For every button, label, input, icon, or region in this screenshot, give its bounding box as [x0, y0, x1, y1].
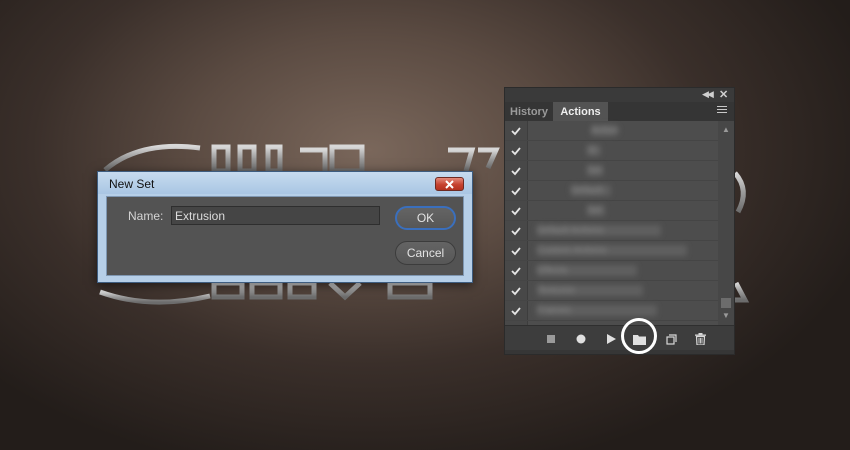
- check-icon[interactable]: [511, 186, 521, 196]
- action-name: Action: [591, 125, 619, 136]
- panel-footer: [505, 325, 734, 351]
- tab-actions[interactable]: Actions: [553, 102, 608, 121]
- check-icon[interactable]: [511, 246, 521, 256]
- check-icon[interactable]: [511, 286, 521, 296]
- scroll-down-icon[interactable]: ▼: [722, 311, 730, 320]
- list-scrollbar[interactable]: ▲ ▼: [718, 121, 734, 325]
- action-name: St: [587, 145, 601, 156]
- panel-resize-grip[interactable]: [505, 350, 734, 354]
- list-item[interactable]: Effects: [505, 261, 718, 281]
- play-icon: [607, 334, 616, 344]
- action-name: Custom Actions: [537, 245, 687, 256]
- list-item[interactable]: Textures: [505, 281, 718, 301]
- panel-close-icon[interactable]: ✕: [719, 88, 728, 101]
- new-action-button[interactable]: [662, 330, 680, 348]
- dialog-body: Name: OK Cancel: [106, 196, 464, 276]
- check-icon[interactable]: [511, 126, 521, 136]
- check-icon[interactable]: [511, 226, 521, 236]
- tab-history[interactable]: History: [505, 102, 553, 121]
- list-item[interactable]: Frames: [505, 301, 718, 321]
- stop-icon: [547, 335, 555, 343]
- list-item[interactable]: Set: [505, 161, 718, 181]
- highlight-ring: [621, 318, 657, 354]
- list-item[interactable]: Action: [505, 121, 718, 141]
- panel-topbar: ◀◀ ✕: [505, 88, 734, 102]
- list-item[interactable]: St: [505, 141, 718, 161]
- list-item[interactable]: Default Actions: [505, 221, 718, 241]
- list-item[interactable]: Custom Actions: [505, 241, 718, 261]
- actions-panel: ◀◀ ✕ History Actions Action St Set Defau…: [504, 87, 735, 355]
- new-set-dialog: New Set Name: OK Cancel: [97, 171, 473, 283]
- set-name-input[interactable]: [171, 206, 380, 225]
- delete-button[interactable]: [691, 330, 709, 348]
- scroll-thumb[interactable]: [721, 298, 731, 308]
- action-name: Default Actions: [537, 225, 661, 236]
- trash-icon: [694, 333, 706, 345]
- dialog-title: New Set: [109, 177, 155, 191]
- action-name: Frames: [537, 305, 657, 316]
- record-button[interactable]: [572, 330, 590, 348]
- panel-tabbar: History Actions: [505, 102, 734, 121]
- panel-menu-icon[interactable]: [717, 106, 727, 115]
- action-name: Set: [587, 205, 605, 216]
- ok-button[interactable]: OK: [395, 206, 456, 230]
- record-icon: [576, 334, 586, 344]
- new-action-icon: [665, 333, 677, 345]
- cancel-button[interactable]: Cancel: [395, 241, 456, 265]
- collapse-panel-icon[interactable]: ◀◀: [702, 89, 714, 100]
- stop-button[interactable]: [542, 330, 560, 348]
- check-icon[interactable]: [511, 166, 521, 176]
- check-icon[interactable]: [511, 266, 521, 276]
- action-name: Textures: [537, 285, 643, 296]
- play-button[interactable]: [602, 330, 620, 348]
- list-item[interactable]: Default: [505, 181, 718, 201]
- scroll-up-icon[interactable]: ▲: [722, 125, 730, 134]
- list-item[interactable]: Set: [505, 201, 718, 221]
- action-name: Set: [587, 165, 603, 176]
- actions-list: Action St Set Default Set Default Action…: [505, 121, 734, 325]
- action-name: Effects: [537, 265, 637, 276]
- name-label: Name:: [128, 209, 164, 223]
- action-name: Default: [571, 185, 611, 196]
- dialog-close-button[interactable]: [435, 177, 464, 191]
- check-icon[interactable]: [511, 146, 521, 156]
- close-icon: [445, 179, 454, 189]
- check-icon[interactable]: [511, 206, 521, 216]
- check-icon[interactable]: [511, 306, 521, 316]
